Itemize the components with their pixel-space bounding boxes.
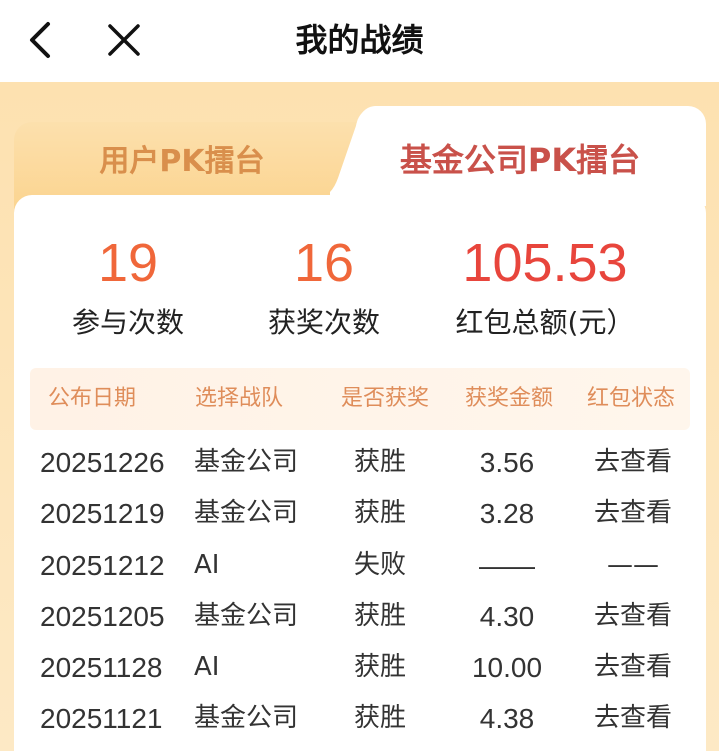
close-icon bbox=[108, 24, 140, 56]
cell-team: 基金公司 bbox=[194, 600, 299, 631]
cell-team: 基金公司 bbox=[194, 447, 299, 477]
column-header-amount: 获奖金额 bbox=[464, 386, 553, 411]
cell-result: 获胜 bbox=[353, 600, 406, 631]
cell-date: 20251212 bbox=[40, 549, 165, 581]
cell-amount: 3.28 bbox=[479, 498, 535, 530]
cell-team: 基金公司 bbox=[194, 498, 299, 529]
cell-result: 获胜 bbox=[353, 652, 406, 683]
cell-date: 20251205 bbox=[40, 600, 165, 632]
stat-red-packet-total-value: 105.53 bbox=[462, 233, 628, 293]
table-row: 20251205 基金公司 获胜 4.30 去查看 bbox=[30, 591, 690, 642]
cell-team: AI bbox=[194, 652, 220, 683]
nav-bar: 我的战绩 bbox=[0, 0, 719, 82]
table-row: 20251226 基金公司 获胜 3.56 去查看 bbox=[30, 437, 690, 488]
cell-amount: 4.30 bbox=[479, 600, 535, 632]
stat-red-packet-total: 105.53 红包总额(元） bbox=[430, 230, 660, 350]
stats-summary: 19 参与次数 16 获奖次数 105.53 红包总额(元） bbox=[30, 230, 690, 350]
cell-date: 20251128 bbox=[40, 652, 163, 684]
view-red-packet-link[interactable]: 去查看 bbox=[570, 437, 696, 488]
column-header-awarded: 是否获奖 bbox=[340, 386, 429, 411]
close-button[interactable] bbox=[102, 18, 146, 62]
table-body: 20251226 基金公司 获胜 3.56 去查看 20251219 基金公司 获胜 3.28 去… bbox=[30, 437, 690, 745]
cell-date: 20251121 bbox=[40, 703, 163, 735]
cell-amount: 4.38 bbox=[479, 703, 535, 735]
column-header-team: 选择战队 bbox=[194, 386, 283, 411]
cell-amount: 10.00 bbox=[471, 652, 543, 684]
tab-fund-company-pk-label[interactable]: 基金公司PK擂台 bbox=[370, 120, 670, 200]
cell-team: AI bbox=[194, 549, 220, 580]
cell-result: 失败 bbox=[353, 549, 406, 580]
table-row: 20251128 AI 获胜 10.00 去查看 bbox=[30, 642, 690, 693]
chevron-left-icon bbox=[30, 22, 50, 58]
view-red-packet-link[interactable]: 去查看 bbox=[570, 693, 696, 744]
cell-team: 基金公司 bbox=[194, 703, 299, 734]
stat-participation: 19 参与次数 bbox=[30, 230, 226, 350]
stat-awards-label: 获奖次数 bbox=[267, 306, 380, 339]
cell-date: 20251226 bbox=[40, 447, 165, 478]
stat-awards: 16 获奖次数 bbox=[226, 230, 422, 350]
table-row: 20251219 基金公司 获胜 3.28 去查看 bbox=[30, 488, 690, 539]
cell-result: 获胜 bbox=[353, 498, 406, 529]
back-button[interactable] bbox=[20, 18, 60, 62]
cell-amount: —— bbox=[479, 549, 535, 581]
tab-user-pk-label[interactable]: 用户PK擂台 bbox=[14, 122, 350, 202]
stat-participation-value: 19 bbox=[97, 233, 159, 293]
stat-awards-value: 16 bbox=[293, 233, 355, 293]
cell-amount: 3.56 bbox=[479, 447, 535, 478]
cell-result: 获胜 bbox=[353, 703, 406, 734]
cell-status: —— bbox=[607, 549, 659, 580]
view-red-packet-link[interactable]: 去查看 bbox=[570, 591, 696, 642]
table-row: 20251212 AI 失败 —— —— bbox=[30, 540, 690, 591]
view-red-packet-link[interactable]: 去查看 bbox=[570, 642, 696, 693]
cell-result: 获胜 bbox=[353, 447, 406, 477]
cell-date: 20251219 bbox=[40, 498, 165, 530]
table-row: 20251121 基金公司 获胜 4.38 去查看 bbox=[30, 693, 690, 744]
stat-participation-label: 参与次数 bbox=[71, 306, 184, 339]
stat-red-packet-total-label: 红包总额(元） bbox=[455, 306, 635, 339]
table-header: 公布日期 选择战队 是否获奖 获奖金额 红包状态 bbox=[30, 368, 690, 430]
column-header-date: 公布日期 bbox=[47, 386, 136, 411]
column-header-status: 红包状态 bbox=[586, 386, 675, 411]
view-red-packet-link[interactable]: 去查看 bbox=[570, 488, 696, 539]
